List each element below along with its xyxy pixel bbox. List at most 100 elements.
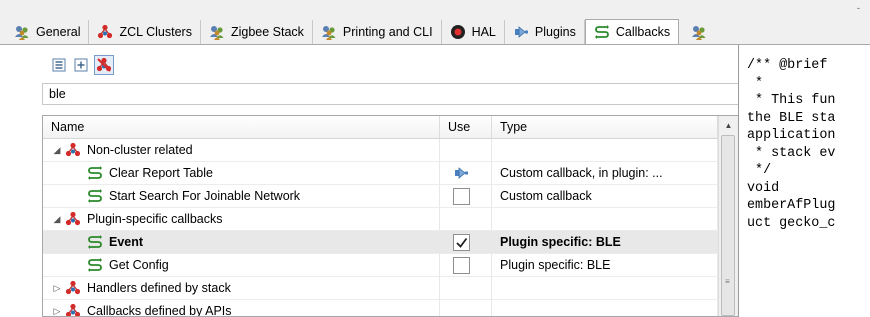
name-cell: ▷ Callbacks defined by APIs <box>43 300 440 317</box>
tree-row-callback[interactable]: Start Search For Joinable Network Custom… <box>43 185 718 208</box>
expanded-triangle-icon[interactable]: ◢ <box>51 214 63 225</box>
type-cell <box>492 208 718 230</box>
collapsed-triangle-icon[interactable]: ▷ <box>51 283 63 294</box>
tree-row-group[interactable]: ◢ Plugin-specific callbacks <box>43 208 718 231</box>
name-cell: ▷ Handlers defined by stack <box>43 277 440 299</box>
people-icon <box>691 24 707 40</box>
use-cell <box>440 300 492 316</box>
table-body: ◢ Non-cluster related Clear Report Table… <box>43 139 718 317</box>
code-line: * This fun <box>747 93 836 108</box>
type-cell: Plugin specific: BLE <box>492 254 718 276</box>
people-icon <box>209 24 225 40</box>
tab-callbacks[interactable]: Callbacks <box>584 19 680 44</box>
tree-row-group[interactable]: ▷ Callbacks defined by APIs <box>43 300 718 317</box>
type-cell <box>492 139 718 161</box>
cluster-icon <box>65 280 81 296</box>
callbacks-panel: ble Name Use Type ◢ Non-cluster related <box>0 45 738 317</box>
row-name: Non-cluster related <box>87 143 193 157</box>
code-line: application <box>747 128 836 143</box>
tab-label: Printing and CLI <box>342 25 433 39</box>
row-name: Clear Report Table <box>109 166 213 180</box>
corner-mark: - <box>857 3 860 13</box>
tab-label: General <box>36 25 81 39</box>
collapse-all-icon <box>52 58 66 72</box>
expand-all-button[interactable] <box>72 56 90 74</box>
tab-label: Plugins <box>534 25 576 39</box>
use-cell <box>440 231 492 253</box>
tab-zigbee-stack[interactable]: Zigbee Stack <box>200 20 313 44</box>
column-header-use[interactable]: Use <box>440 116 492 138</box>
type-cell: Custom callback <box>492 185 718 207</box>
row-name: Handlers defined by stack <box>87 281 231 295</box>
tab-label: ZCL Clusters <box>119 25 192 39</box>
record-icon <box>450 24 466 40</box>
tab-plugins[interactable]: Plugins <box>504 20 585 44</box>
expand-all-icon <box>74 58 88 72</box>
expanded-triangle-icon[interactable]: ◢ <box>51 145 63 156</box>
scroll-up-arrow-icon[interactable]: ▲ <box>719 116 738 134</box>
code-line: uct gecko_c <box>747 215 836 231</box>
tree-toolbar <box>50 55 114 75</box>
use-checkbox[interactable] <box>453 256 470 274</box>
grip-icon: ≡ <box>725 277 730 286</box>
column-header-type[interactable]: Type <box>492 116 718 138</box>
tree-row-group[interactable]: ◢ Non-cluster related <box>43 139 718 162</box>
tab-overflow[interactable] <box>679 20 708 44</box>
code-preview: /** @brief * * This fun the BLE sta appl… <box>747 57 835 232</box>
cluster-icon <box>97 24 114 40</box>
type-cell: Plugin specific: BLE <box>492 231 718 253</box>
tree-row-callback-selected[interactable]: Event Plugin specific: BLE <box>43 231 718 254</box>
plugin-icon <box>513 24 529 40</box>
tree-row-callback[interactable]: Clear Report Table Custom callback, in p… <box>43 162 718 185</box>
tab-label: Zigbee Stack <box>230 25 304 39</box>
plugin-icon <box>453 165 469 181</box>
use-cell <box>440 254 492 276</box>
cluster-off-icon <box>96 57 112 72</box>
code-line: * stack ev <box>747 145 836 161</box>
collapse-all-button[interactable] <box>50 56 68 74</box>
use-cell <box>440 162 492 184</box>
people-icon <box>14 24 30 40</box>
filter-input-value: ble <box>49 87 66 101</box>
row-name: Start Search For Joinable Network <box>109 189 301 203</box>
type-cell <box>492 277 718 299</box>
use-cell <box>440 185 492 207</box>
tab-general[interactable]: General <box>6 20 90 44</box>
column-header-name[interactable]: Name <box>43 116 440 138</box>
tab-hal[interactable]: HAL <box>441 20 505 44</box>
tree-row-callback[interactable]: Get Config Plugin specific: BLE <box>43 254 718 277</box>
scrollbar-thumb[interactable]: ≡ <box>721 135 735 316</box>
name-cell: Start Search For Joinable Network <box>43 185 440 207</box>
editor-tab-bar: - General ZCL Clusters Zigbee Stack Prin… <box>0 0 870 44</box>
code-line: */ <box>747 163 772 178</box>
cluster-icon <box>65 303 81 316</box>
filter-unused-toggle[interactable] <box>94 55 114 75</box>
collapsed-triangle-icon[interactable]: ▷ <box>51 306 63 317</box>
tab-zcl-clusters[interactable]: ZCL Clusters <box>89 20 201 44</box>
cluster-icon <box>65 142 81 158</box>
cluster-icon <box>65 211 81 227</box>
use-checkbox[interactable] <box>453 187 470 205</box>
use-checkbox-checked[interactable] <box>453 233 470 251</box>
callback-icon <box>593 24 610 40</box>
people-icon <box>321 24 337 40</box>
code-line: void <box>747 180 780 196</box>
code-preview-pane[interactable]: /** @brief * * This fun the BLE sta appl… <box>738 45 870 317</box>
type-cell <box>492 300 718 316</box>
name-cell: Get Config <box>43 254 440 276</box>
code-line: emberAfPlug <box>747 198 836 213</box>
vertical-scrollbar[interactable]: ▲ ≡ <box>718 116 738 316</box>
row-name: Get Config <box>109 258 169 272</box>
name-cell: Clear Report Table <box>43 162 440 184</box>
tree-row-group[interactable]: ▷ Handlers defined by stack <box>43 277 718 300</box>
name-cell: ◢ Plugin-specific callbacks <box>43 208 440 230</box>
use-cell <box>440 277 492 299</box>
table-header: Name Use Type <box>43 116 718 139</box>
callback-icon <box>87 165 103 181</box>
type-cell: Custom callback, in plugin: ... <box>492 162 718 184</box>
tab-printing-and-cli[interactable]: Printing and CLI <box>312 20 442 44</box>
use-cell <box>440 208 492 230</box>
tab-label: Callbacks <box>615 25 671 39</box>
tab-label: HAL <box>471 25 496 39</box>
filter-input[interactable]: ble <box>42 83 738 105</box>
